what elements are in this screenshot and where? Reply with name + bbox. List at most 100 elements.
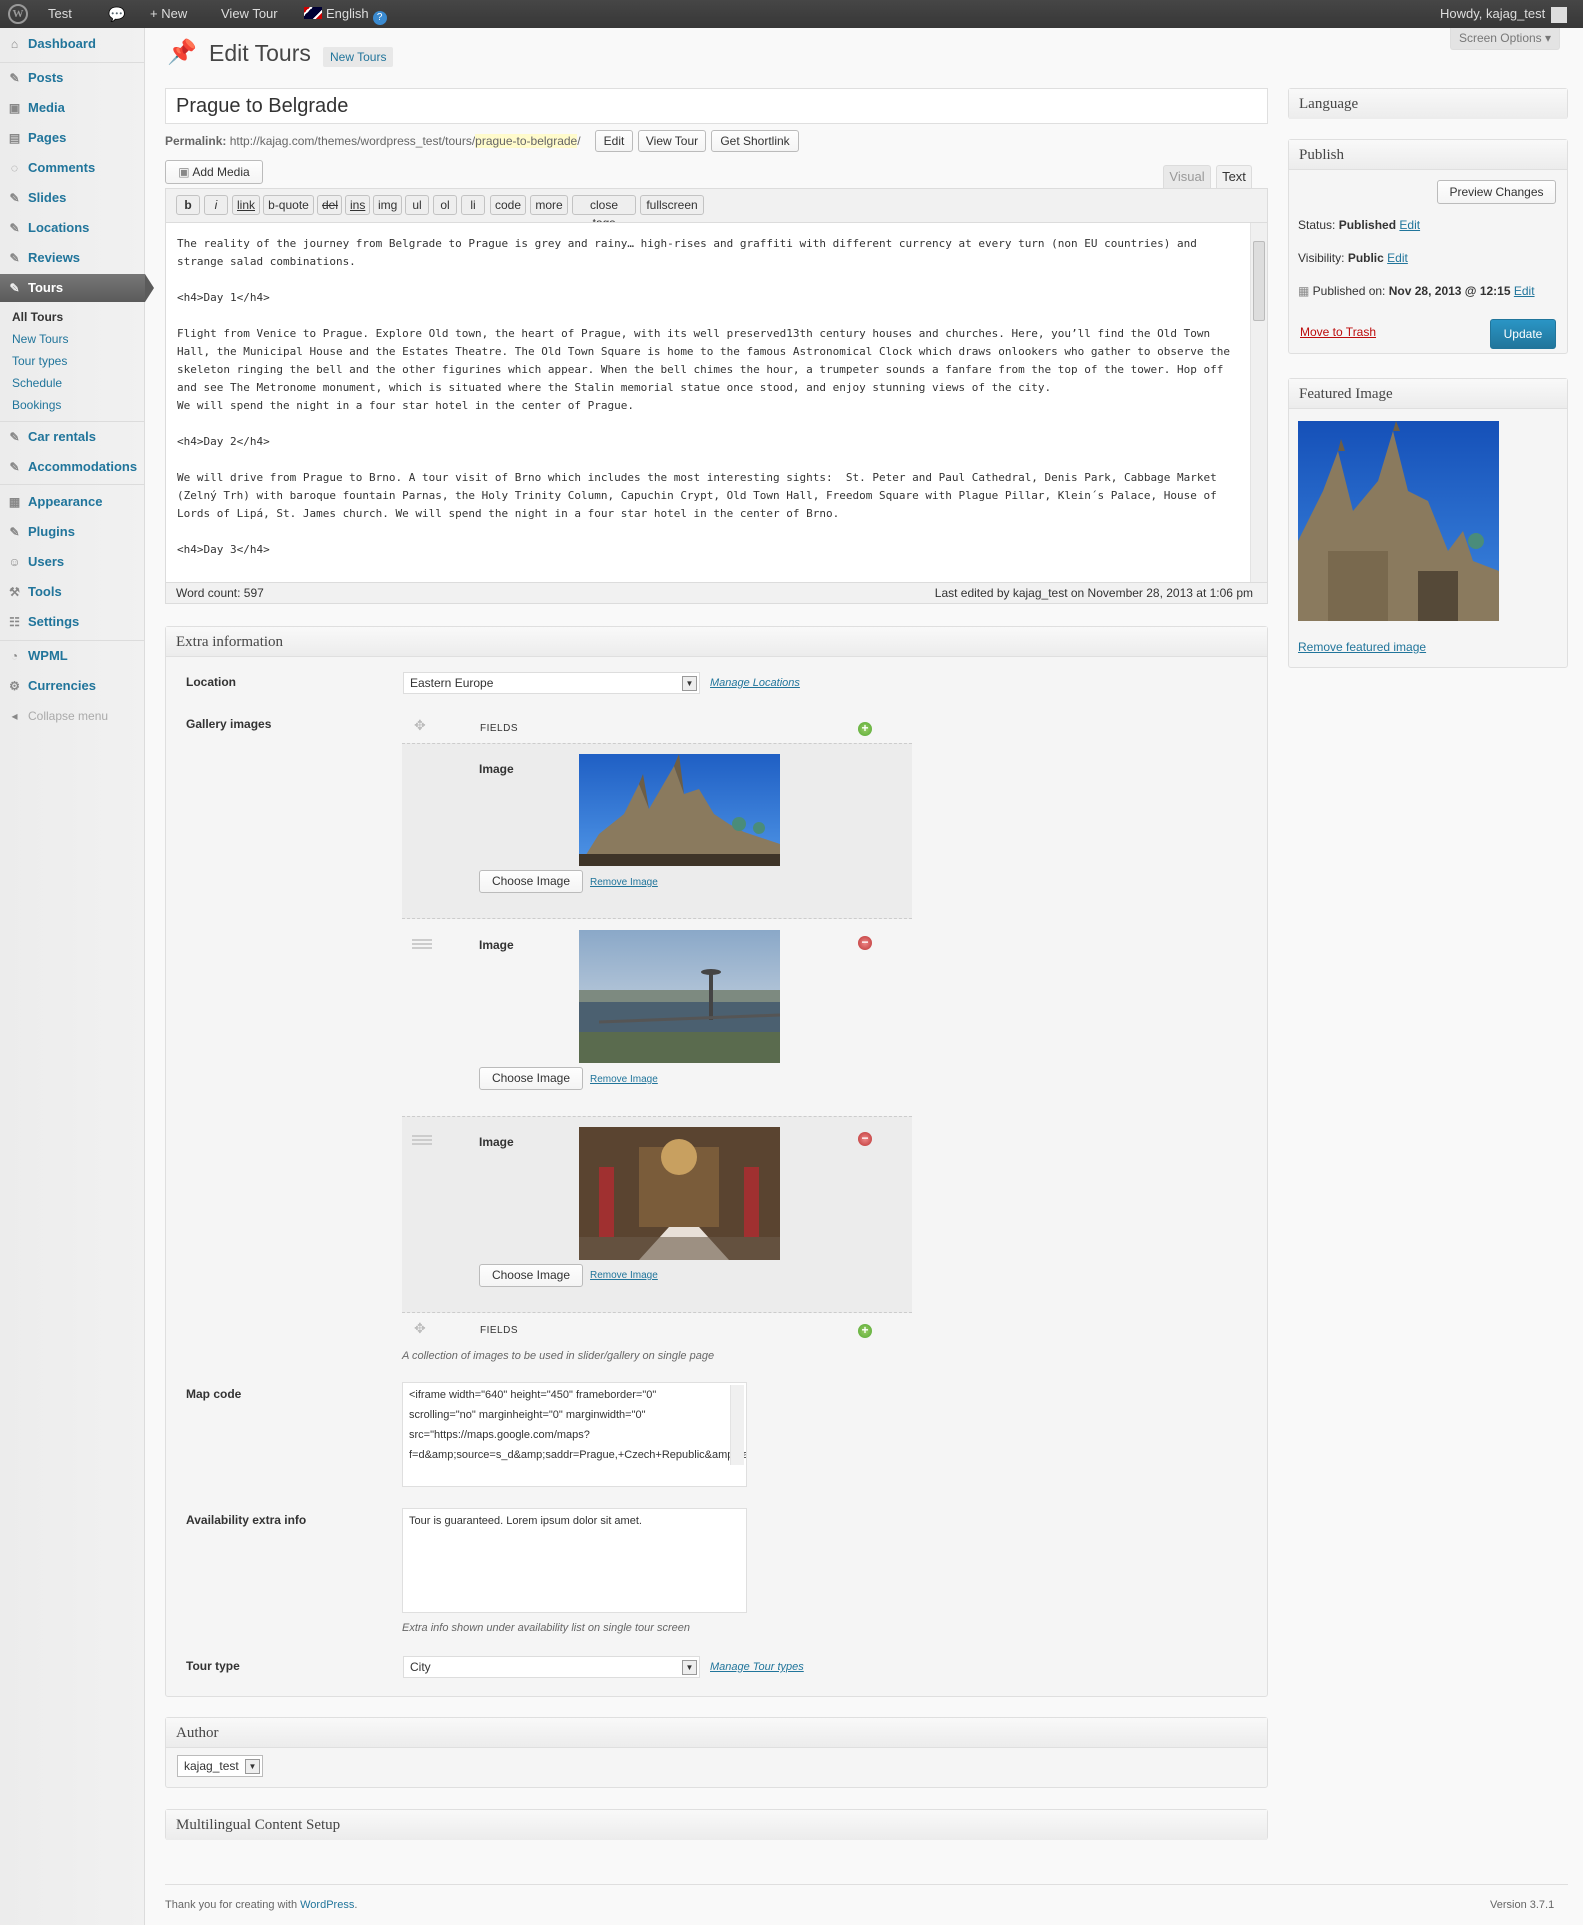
- content-textarea[interactable]: The reality of the journey from Belgrade…: [166, 222, 1267, 583]
- add-row-icon[interactable]: +: [858, 1324, 872, 1338]
- editor-scrollbar[interactable]: [1250, 223, 1267, 582]
- choose-image-button[interactable]: Choose Image: [479, 1067, 583, 1090]
- choose-image-button[interactable]: Choose Image: [479, 870, 583, 893]
- tab-visual[interactable]: Visual: [1163, 165, 1211, 188]
- view-tour-button[interactable]: View Tour: [638, 130, 706, 152]
- dropdown-arrow-icon: ▼: [245, 1759, 260, 1774]
- get-shortlink-button[interactable]: Get Shortlink: [711, 130, 799, 152]
- help-icon[interactable]: ?: [372, 11, 387, 25]
- submenu-bookings[interactable]: Bookings: [12, 397, 61, 413]
- permalink-slug[interactable]: prague-to-belgrade: [475, 134, 578, 148]
- qt-del-button[interactable]: del: [317, 195, 342, 215]
- menu-plugins[interactable]: ✎ Plugins: [0, 518, 145, 546]
- comments-icon[interactable]: 💬: [108, 0, 125, 28]
- language-title[interactable]: Language: [1289, 89, 1567, 119]
- featured-image-title[interactable]: Featured Image: [1289, 379, 1567, 409]
- preview-changes-button[interactable]: Preview Changes: [1437, 180, 1556, 204]
- wordpress-link[interactable]: WordPress: [300, 1899, 354, 1911]
- menu-posts[interactable]: ✎ Posts: [0, 64, 145, 92]
- qt-ul-button[interactable]: ul: [405, 195, 429, 215]
- featured-image[interactable]: [1298, 421, 1499, 621]
- publish-title[interactable]: Publish: [1289, 140, 1567, 170]
- menu-slides[interactable]: ✎ Slides: [0, 184, 145, 212]
- availability-textarea[interactable]: Tour is guaranteed. Lorem ipsum dolor si…: [402, 1508, 747, 1613]
- qt-li-button[interactable]: li: [461, 195, 485, 215]
- menu-reviews[interactable]: ✎ Reviews: [0, 244, 145, 272]
- menu-dashboard[interactable]: ⌂ Dashboard: [0, 30, 145, 58]
- menu-media[interactable]: ▣ Media: [0, 94, 145, 122]
- qt-italic-button[interactable]: i: [204, 195, 228, 215]
- visibility-label: Visibility:: [1298, 251, 1345, 265]
- qt-link-button[interactable]: link: [232, 195, 260, 215]
- qt-fullscreen-button[interactable]: fullscreen: [640, 195, 704, 215]
- drag-handle-icon[interactable]: [412, 1135, 432, 1145]
- manage-tour-types-link[interactable]: Manage Tour types: [710, 1661, 804, 1673]
- remove-row-icon[interactable]: −: [858, 936, 872, 950]
- menu-pages[interactable]: ▤ Pages: [0, 124, 145, 152]
- remove-image-link[interactable]: Remove Image: [590, 1074, 658, 1085]
- submenu-all-tours[interactable]: All Tours: [12, 309, 63, 325]
- author-select[interactable]: kajag_test ▼: [177, 1755, 263, 1777]
- menu-comments[interactable]: ◌ Comments: [0, 154, 145, 182]
- move-to-trash-link[interactable]: Move to Trash: [1300, 325, 1376, 339]
- move-icon[interactable]: ✥: [414, 717, 426, 734]
- qt-bold-button[interactable]: b: [176, 195, 200, 215]
- user-menu[interactable]: Howdy, kajag_test: [1440, 0, 1568, 28]
- extra-information-title[interactable]: Extra information: [166, 627, 1267, 657]
- menu-tools[interactable]: ⚒ Tools: [0, 578, 145, 606]
- tour-type-select[interactable]: City ▼: [403, 1656, 700, 1678]
- remove-row-icon[interactable]: −: [858, 1132, 872, 1146]
- edit-permalink-button[interactable]: Edit: [595, 130, 633, 152]
- qt-ins-button[interactable]: ins: [345, 195, 370, 215]
- tab-text[interactable]: Text: [1216, 165, 1252, 188]
- menu-tours[interactable]: ✎ Tours: [0, 274, 154, 302]
- scrollbar-thumb[interactable]: [1253, 241, 1265, 321]
- qt-bquote-button[interactable]: b-quote: [263, 195, 314, 215]
- menu-appearance[interactable]: ▦ Appearance: [0, 488, 145, 516]
- map-code-textarea[interactable]: <iframe width="640" height="450" framebo…: [402, 1382, 747, 1487]
- choose-image-button[interactable]: Choose Image: [479, 1264, 583, 1287]
- remove-featured-image-link[interactable]: Remove featured image: [1298, 640, 1426, 654]
- menu-currencies[interactable]: ⚙ Currencies: [0, 672, 145, 700]
- author-title[interactable]: Author: [166, 1718, 1267, 1748]
- qt-close-tags-button[interactable]: close tags: [572, 195, 636, 230]
- menu-accommodations[interactable]: ✎ Accommodations: [0, 453, 145, 481]
- qt-code-button[interactable]: code: [490, 195, 526, 215]
- post-title-input[interactable]: Prague to Belgrade: [165, 88, 1268, 124]
- media-icon: ▣: [8, 101, 21, 115]
- menu-users[interactable]: ☺ Users: [0, 548, 145, 576]
- submenu-tour-types[interactable]: Tour types: [12, 353, 67, 369]
- menu-car-rentals[interactable]: ✎ Car rentals: [0, 423, 145, 451]
- location-select[interactable]: Eastern Europe ▼: [403, 672, 700, 694]
- view-tour-link[interactable]: View Tour: [221, 0, 278, 28]
- add-new-button[interactable]: New Tours: [323, 47, 394, 67]
- submenu-schedule[interactable]: Schedule: [12, 375, 62, 391]
- site-name-link[interactable]: Test: [48, 0, 72, 28]
- edit-status-link[interactable]: Edit: [1399, 218, 1420, 232]
- menu-locations[interactable]: ✎ Locations: [0, 214, 145, 242]
- menu-settings[interactable]: ☷ Settings: [0, 608, 145, 636]
- add-media-button[interactable]: ▣ Add Media: [165, 160, 263, 184]
- submenu-new-tours[interactable]: New Tours: [12, 331, 68, 347]
- qt-img-button[interactable]: img: [373, 195, 402, 215]
- author-box: Author: [165, 1717, 1268, 1788]
- move-icon[interactable]: ✥: [414, 1320, 426, 1337]
- edit-date-link[interactable]: Edit: [1514, 284, 1535, 298]
- screen-options-button[interactable]: Screen Options ▾: [1450, 28, 1560, 50]
- menu-wpml[interactable]: ◔ WPML: [0, 642, 145, 670]
- language-switcher[interactable]: English?: [304, 0, 387, 28]
- add-row-icon[interactable]: +: [858, 722, 872, 736]
- remove-image-link[interactable]: Remove Image: [590, 1270, 658, 1281]
- edit-visibility-link[interactable]: Edit: [1387, 251, 1408, 265]
- wordpress-logo-icon[interactable]: W: [8, 4, 28, 24]
- multilingual-title[interactable]: Multilingual Content Setup: [166, 1810, 1267, 1840]
- qt-ol-button[interactable]: ol: [433, 195, 457, 215]
- update-button[interactable]: Update: [1490, 319, 1556, 349]
- remove-image-link[interactable]: Remove Image: [590, 877, 658, 888]
- map-scrollbar[interactable]: [730, 1385, 744, 1465]
- collapse-menu[interactable]: ◂ Collapse menu: [0, 702, 145, 730]
- drag-handle-icon[interactable]: [412, 939, 432, 949]
- manage-locations-link[interactable]: Manage Locations: [710, 677, 800, 689]
- new-content-link[interactable]: + New: [150, 0, 187, 28]
- qt-more-button[interactable]: more: [530, 195, 568, 215]
